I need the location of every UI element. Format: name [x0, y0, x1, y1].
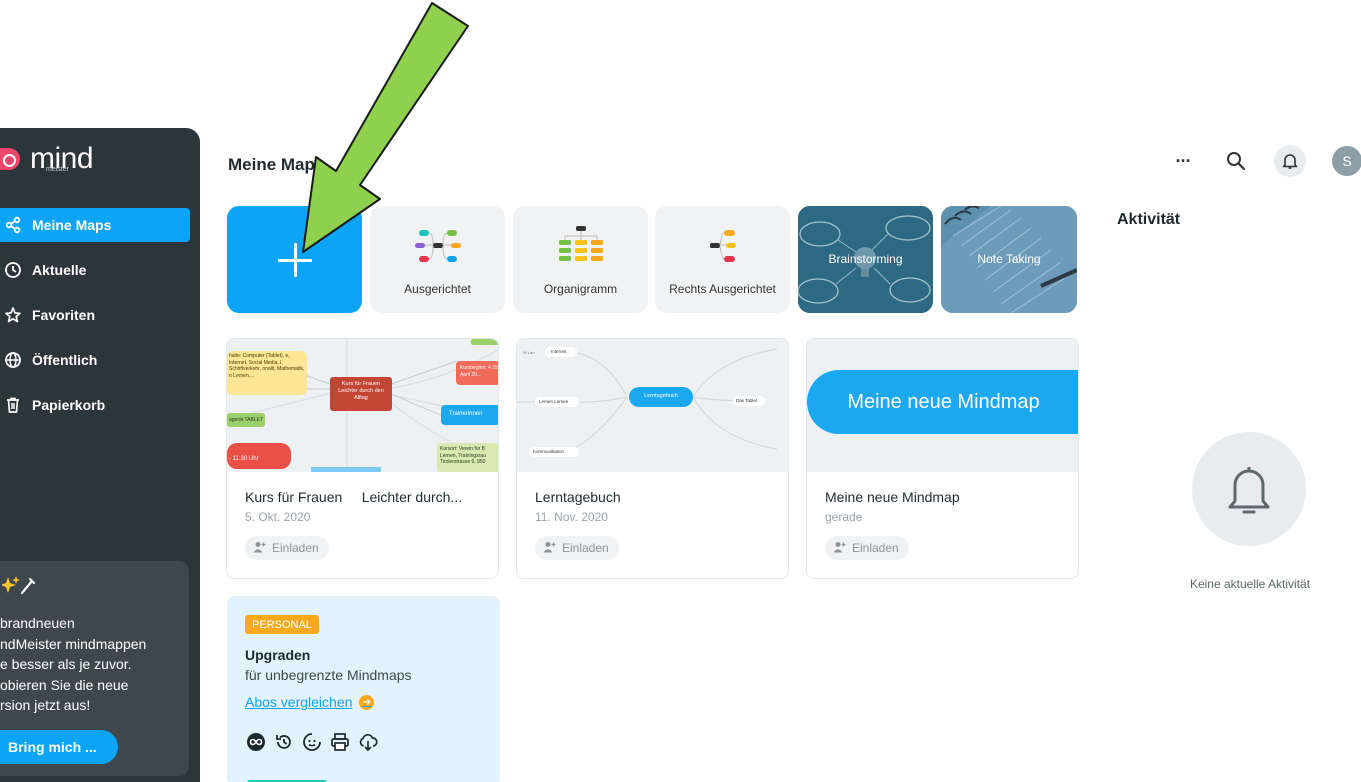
- globe-icon: [4, 351, 22, 369]
- bell-icon: [1228, 467, 1270, 514]
- trash-icon: [4, 396, 22, 414]
- invite-button[interactable]: Einladen: [825, 536, 909, 560]
- mindmap-centered-icon: [414, 230, 461, 262]
- upgrade-card: PERSONAL Upgraden für unbegrenzte Mindma…: [227, 596, 500, 782]
- sidebar-item-label: Papierkorb: [32, 397, 106, 413]
- map-card[interactable]: Meine neue Mindmap Meine neue Mindmap ge…: [806, 338, 1079, 579]
- page-title: Meine Maps: [228, 155, 325, 174]
- add-person-icon: [833, 541, 846, 556]
- thumb-node: Das Tablet: [736, 398, 758, 403]
- template-label: Rechts Ausgerichtet: [669, 282, 776, 296]
- share-nodes-icon: [4, 216, 22, 234]
- template-label: Ausgerichtet: [404, 282, 471, 296]
- logo-subtext: meister: [46, 166, 69, 173]
- sidebar-item-papierkorb[interactable]: Papierkorb: [0, 388, 190, 422]
- template-ausgerichtet[interactable]: Ausgerichtet: [370, 206, 505, 313]
- template-note-taking[interactable]: Note Taking: [941, 206, 1077, 313]
- plan-badge: PERSONAL: [245, 615, 319, 634]
- invite-label: Einladen: [562, 541, 609, 555]
- printer-icon: [329, 731, 351, 753]
- sidebar-item-aktuelle[interactable]: Aktuelle: [0, 253, 190, 287]
- invite-button[interactable]: Einladen: [245, 536, 329, 560]
- map-title[interactable]: Meine neue Mindmap: [825, 489, 960, 505]
- search-button[interactable]: [1220, 145, 1252, 177]
- map-thumbnail: Lerntagebuch Internet Lernen Lernen Komm…: [517, 339, 788, 472]
- compare-plans-link[interactable]: Abos vergleichen ➔: [245, 694, 375, 710]
- more-options-button[interactable]: ···: [1168, 151, 1198, 172]
- add-person-icon: [253, 541, 266, 556]
- invite-label: Einladen: [852, 541, 899, 555]
- promo-text: brandneuen ndMeister mindmappen e besser…: [0, 615, 147, 713]
- sidebar-nav: Meine Maps Aktuelle Favoriten Öffentlich…: [0, 208, 190, 433]
- activity-empty-illustration: [1192, 432, 1306, 546]
- upgrade-title: Upgraden: [245, 647, 311, 663]
- map-card[interactable]: Lerntagebuch Internet Lernen Lernen Komm…: [516, 338, 789, 579]
- template-label: Note Taking: [977, 252, 1041, 266]
- thumb-node: halte: Computer (Tablet), e, Internet, S…: [229, 353, 305, 379]
- map-thumbnail: halte: Computer (Tablet), e, Internet, S…: [227, 339, 498, 472]
- thumb-node: Meine neue Mindmap: [807, 370, 1078, 434]
- thumb-node: Kommunikation: [533, 449, 565, 454]
- emoji-icon: [301, 731, 323, 753]
- star-icon: [4, 306, 22, 324]
- template-label: Organigramm: [543, 282, 618, 296]
- activity-title: Aktivität: [1117, 211, 1181, 228]
- mindmap-right-icon: [709, 230, 736, 262]
- sparkle-wand-icon: [0, 573, 189, 599]
- activity-empty-text: Keine aktuelle Aktivität: [1189, 577, 1311, 591]
- thumb-node: Lernen Lernen: [539, 399, 569, 404]
- header-actions: ··· S: [1168, 145, 1361, 177]
- promo-button[interactable]: Bring mich ...: [0, 730, 118, 764]
- upgrade-subtitle: für unbegrenzte Mindmaps: [245, 667, 412, 683]
- sidebar-item-label: Aktuelle: [32, 262, 87, 278]
- sidebar: mind meister Meine Maps Aktuelle Favorit…: [0, 128, 200, 782]
- thumb-node: Lerntagebuch: [644, 393, 678, 399]
- notifications-button[interactable]: [1274, 145, 1306, 177]
- thumb-node: Trainerinnen: [449, 411, 483, 417]
- sidebar-item-label: Meine Maps: [32, 217, 112, 233]
- sidebar-item-label: Öffentlich: [32, 352, 98, 368]
- plus-icon: [277, 242, 312, 277]
- map-card[interactable]: halte: Computer (Tablet), e, Internet, S…: [226, 338, 499, 579]
- thumb-node: Internet: [551, 349, 567, 354]
- thumb-node: Kursort: Verein für B Lernen, Trainingsr…: [440, 446, 486, 465]
- sidebar-item-favoriten[interactable]: Favoriten: [0, 298, 190, 332]
- map-date: gerade: [825, 510, 863, 524]
- add-person-icon: [543, 541, 556, 556]
- bell-icon: [1282, 154, 1298, 169]
- sidebar-item-label: Favoriten: [32, 307, 96, 323]
- invite-button[interactable]: Einladen: [535, 536, 619, 560]
- thumb-node: - 11:30 Uhr: [229, 456, 259, 462]
- map-date: 11. Nov. 2020: [535, 510, 608, 524]
- thumb-node: Kursbeginn: 4 29. April 20...: [460, 365, 498, 378]
- new-map-button[interactable]: [227, 206, 362, 313]
- thumb-node: Kurs für Frauen Leichter durch den Allta…: [338, 381, 384, 401]
- map-title[interactable]: Kurs für Frauen Leichter durch...: [245, 489, 462, 505]
- thumb-node: agerät TABLET: [229, 417, 263, 423]
- avatar[interactable]: S: [1332, 146, 1361, 176]
- upgrade-feature-icons: [245, 731, 385, 753]
- logo-icon: [0, 148, 20, 170]
- sidebar-item-oeffentlich[interactable]: Öffentlich: [0, 343, 190, 377]
- sidebar-item-meine-maps[interactable]: Meine Maps: [0, 208, 190, 242]
- map-title[interactable]: Lerntagebuch: [535, 489, 621, 505]
- infinity-icon: [245, 731, 267, 753]
- template-brainstorming[interactable]: Brainstorming: [798, 206, 933, 313]
- invite-label: Einladen: [272, 541, 319, 555]
- thumb-node: W Lan: [523, 350, 535, 355]
- history-icon: [273, 731, 295, 753]
- cloud-download-icon: [357, 731, 379, 753]
- template-label: Brainstorming: [828, 252, 903, 266]
- org-chart-icon: [558, 226, 603, 261]
- arrow-right-icon: ➔: [359, 694, 375, 710]
- promo-panel: brandneuen ndMeister mindmappen e besser…: [0, 561, 189, 776]
- template-organigramm[interactable]: Organigramm: [513, 206, 648, 313]
- compare-plans-label: Abos vergleichen: [245, 694, 353, 710]
- map-thumbnail: Meine neue Mindmap: [807, 339, 1078, 472]
- template-rechts-ausgerichtet[interactable]: Rechts Ausgerichtet: [655, 206, 790, 313]
- clock-icon: [4, 261, 22, 279]
- search-icon: [1227, 152, 1246, 171]
- map-date: 5. Okt. 2020: [245, 510, 311, 524]
